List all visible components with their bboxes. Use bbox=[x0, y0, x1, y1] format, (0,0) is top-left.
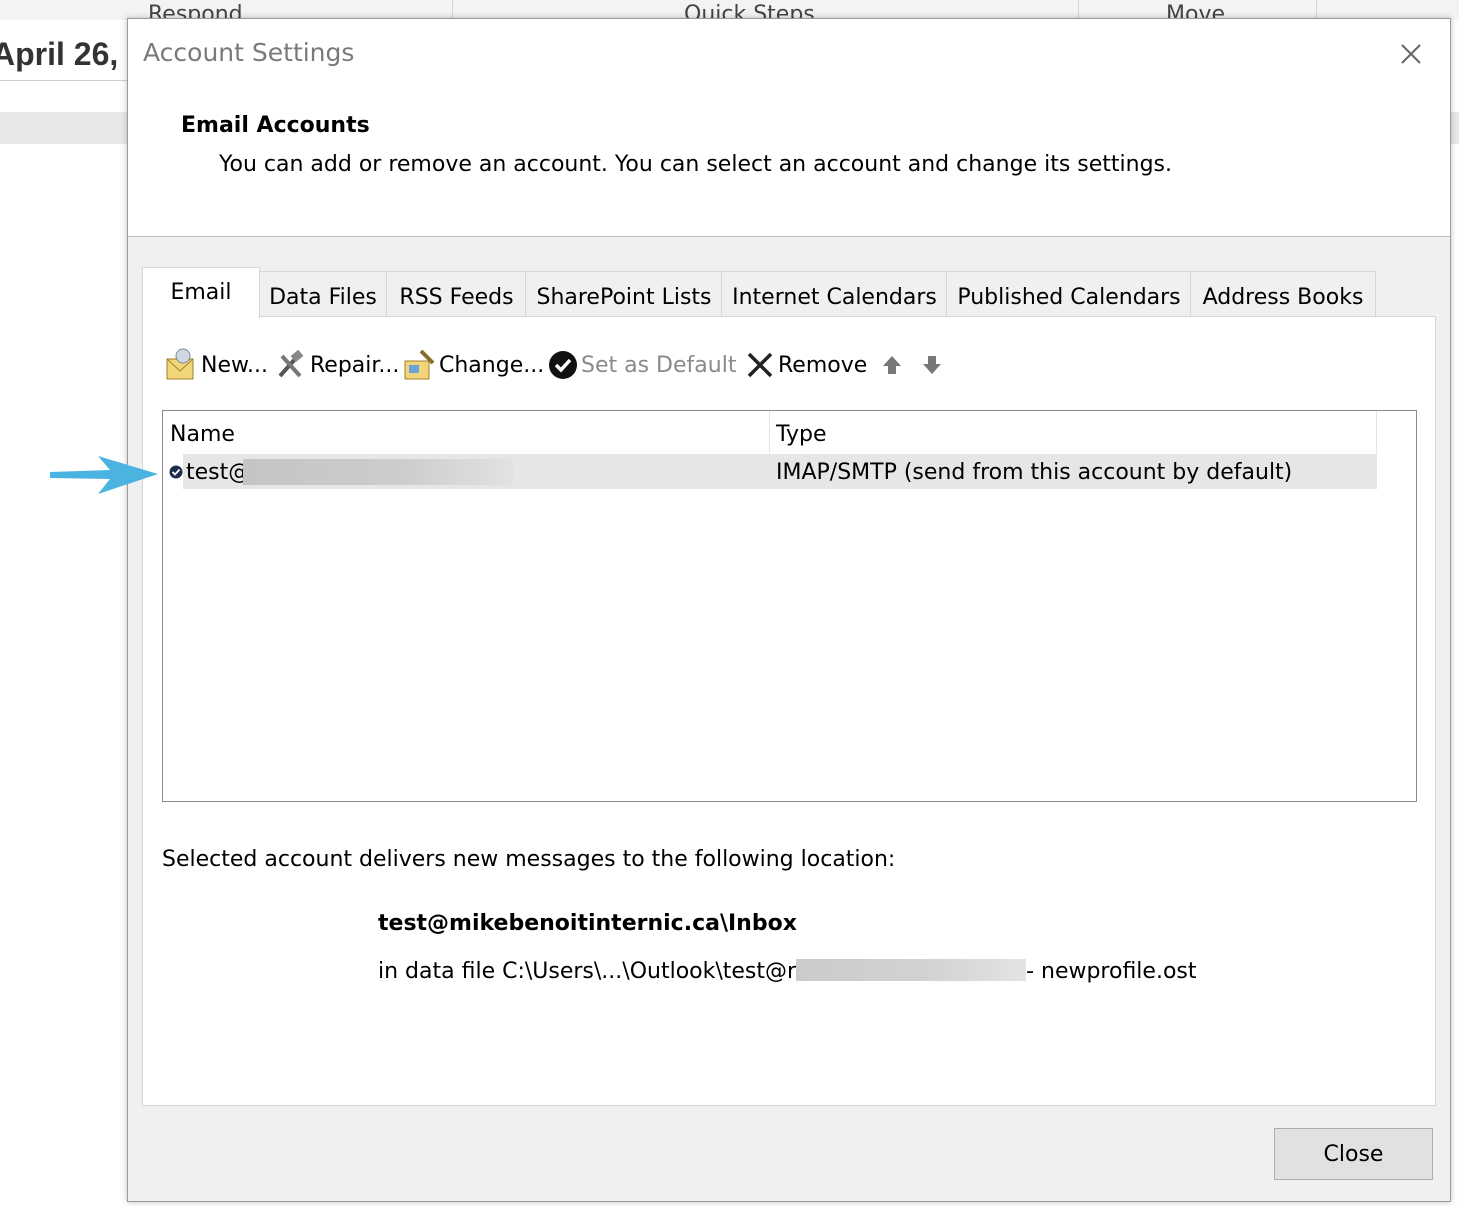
background-row bbox=[1450, 112, 1459, 144]
column-divider bbox=[769, 411, 770, 453]
tab-email[interactable]: Email bbox=[142, 267, 260, 318]
tab-internet-calendars[interactable]: Internet Calendars bbox=[721, 271, 948, 317]
new-label: New... bbox=[201, 352, 268, 378]
delivery-inbox-path: test@mikebenoitinternic.ca\Inbox bbox=[378, 911, 797, 936]
tab-data-files[interactable]: Data Files bbox=[258, 271, 388, 317]
background-date: April 26, 2 bbox=[0, 36, 145, 72]
remove-x-icon bbox=[747, 352, 773, 378]
repair-button[interactable]: Repair... bbox=[274, 347, 399, 383]
section-title: Email Accounts bbox=[181, 113, 370, 138]
move-down-button[interactable] bbox=[920, 347, 946, 383]
email-tab-panel: New... Repair... Change... Set as Defaul… bbox=[142, 316, 1436, 1106]
account-type: IMAP/SMTP (send from this account by def… bbox=[776, 460, 1293, 485]
delivery-label: Selected account delivers new messages t… bbox=[162, 847, 896, 872]
redacted-path bbox=[796, 959, 1027, 981]
remove-button[interactable]: Remove bbox=[744, 347, 867, 383]
annotation-arrow-icon bbox=[50, 456, 158, 494]
change-label: Change... bbox=[439, 352, 545, 378]
delivery-data-file: in data file C:\Users\...\Outlook\test@r… bbox=[378, 959, 1197, 984]
tab-sharepoint-lists[interactable]: SharePoint Lists bbox=[525, 271, 723, 317]
close-button[interactable]: Close bbox=[1274, 1128, 1433, 1180]
section-subtitle: You can add or remove an account. You ca… bbox=[219, 152, 1173, 177]
ribbon-separator bbox=[1078, 0, 1079, 20]
arrow-up-icon bbox=[883, 356, 901, 374]
data-file-prefix: in data file C:\Users\...\Outlook\test@r bbox=[378, 959, 797, 984]
data-file-suffix: - newprofile.ost bbox=[1026, 959, 1197, 984]
move-up-button[interactable] bbox=[880, 347, 906, 383]
set-as-default-button[interactable]: Set as Default bbox=[547, 347, 736, 383]
checkmark-circle-icon bbox=[549, 351, 577, 379]
new-button[interactable]: New... bbox=[163, 347, 268, 383]
accounts-list[interactable]: Name Type test@ IMAP/SMTP (send from thi… bbox=[162, 410, 1417, 802]
change-button[interactable]: Change... bbox=[401, 347, 544, 383]
repair-label: Repair... bbox=[310, 352, 400, 378]
tools-icon bbox=[278, 349, 304, 378]
dialog-header: Account Settings Email Accounts You can … bbox=[128, 19, 1450, 237]
tab-published-calendars[interactable]: Published Calendars bbox=[946, 271, 1192, 317]
set-as-default-label: Set as Default bbox=[581, 352, 737, 378]
dialog-title: Account Settings bbox=[143, 38, 355, 67]
close-icon[interactable] bbox=[1396, 39, 1426, 69]
tab-rss-feeds[interactable]: RSS Feeds bbox=[386, 271, 527, 317]
background-divider bbox=[0, 80, 128, 81]
ribbon-separator bbox=[1316, 0, 1317, 20]
column-header-name[interactable]: Name bbox=[170, 411, 235, 453]
column-header-type[interactable]: Type bbox=[776, 411, 827, 453]
background-row bbox=[0, 112, 128, 144]
column-divider bbox=[1376, 411, 1377, 453]
tab-address-books[interactable]: Address Books bbox=[1190, 271, 1376, 317]
change-account-icon bbox=[404, 349, 435, 380]
account-settings-dialog: Account Settings Email Accounts You can … bbox=[127, 18, 1451, 1202]
ribbon-separator bbox=[452, 0, 453, 20]
new-account-icon bbox=[166, 348, 194, 380]
account-name: test@ bbox=[186, 460, 251, 485]
default-account-icon bbox=[169, 465, 183, 479]
redacted-email bbox=[243, 459, 513, 485]
arrow-down-icon bbox=[923, 356, 941, 374]
remove-label: Remove bbox=[778, 352, 868, 378]
